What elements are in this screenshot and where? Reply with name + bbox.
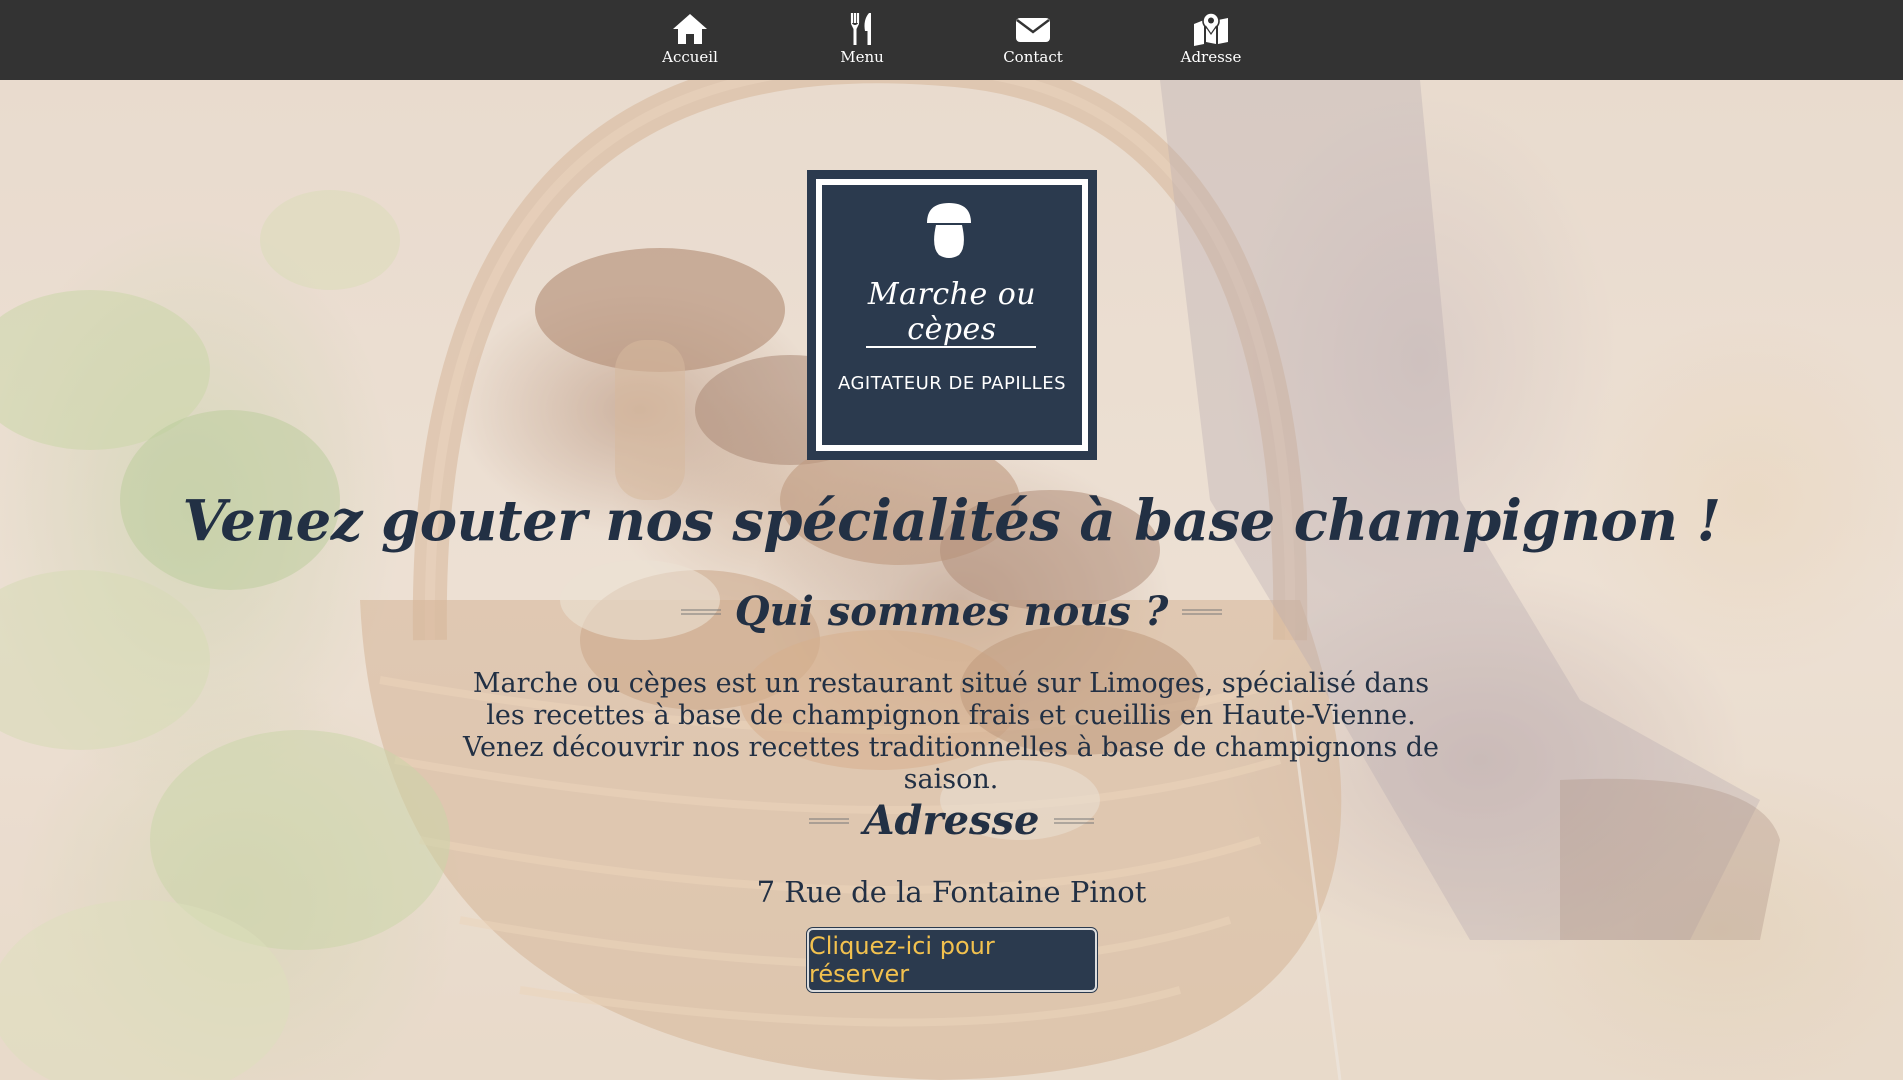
logo-tagline: AGITATEUR DE PAPILLES [837,373,1067,394]
nav-label-adresse: Adresse [1180,48,1242,66]
envelope-icon [1016,18,1050,42]
nav-label-accueil: Accueil [662,48,718,66]
nav-item-contact[interactable]: Contact [963,12,1103,72]
title-ornament-right [1182,608,1223,615]
about-title-text: Qui sommes nous ? [734,588,1169,635]
nav-item-adresse[interactable]: Adresse [1141,12,1281,72]
brand-logo[interactable]: Marche ou cèpes AGITATEUR DE PAPILLES [807,170,1097,460]
nav-label-menu: Menu [840,48,884,66]
address-section-title: Adresse [0,797,1903,844]
logo-divider [866,346,1036,348]
map-pin-icon [1194,12,1228,46]
title-ornament-right [1053,817,1094,824]
address-title-text: Adresse [863,797,1040,844]
top-navbar: Accueil Menu Contact Adresse [0,0,1903,80]
reserve-button[interactable]: Cliquez-ici pour réserver [807,928,1097,992]
street-address: 7 Rue de la Fontaine Pinot [756,875,1147,909]
logo-title: Marche ou cèpes [867,277,1037,347]
home-icon [673,14,707,44]
nav-label-contact: Contact [1003,48,1063,66]
nav-item-accueil[interactable]: Accueil [620,12,760,72]
fork-knife-icon [850,13,871,45]
logo-frame: Marche ou cèpes AGITATEUR DE PAPILLES [816,179,1088,451]
title-ornament-left [809,817,850,824]
hero-headline: Venez gouter nos spécialités à base cham… [182,488,1721,554]
title-ornament-left [680,608,721,615]
mushroom-icon [927,203,971,258]
about-paragraph: Marche ou cèpes est un restaurant situé … [462,668,1440,795]
about-section-title: Qui sommes nous ? [0,588,1903,635]
nav-item-menu[interactable]: Menu [792,12,932,72]
